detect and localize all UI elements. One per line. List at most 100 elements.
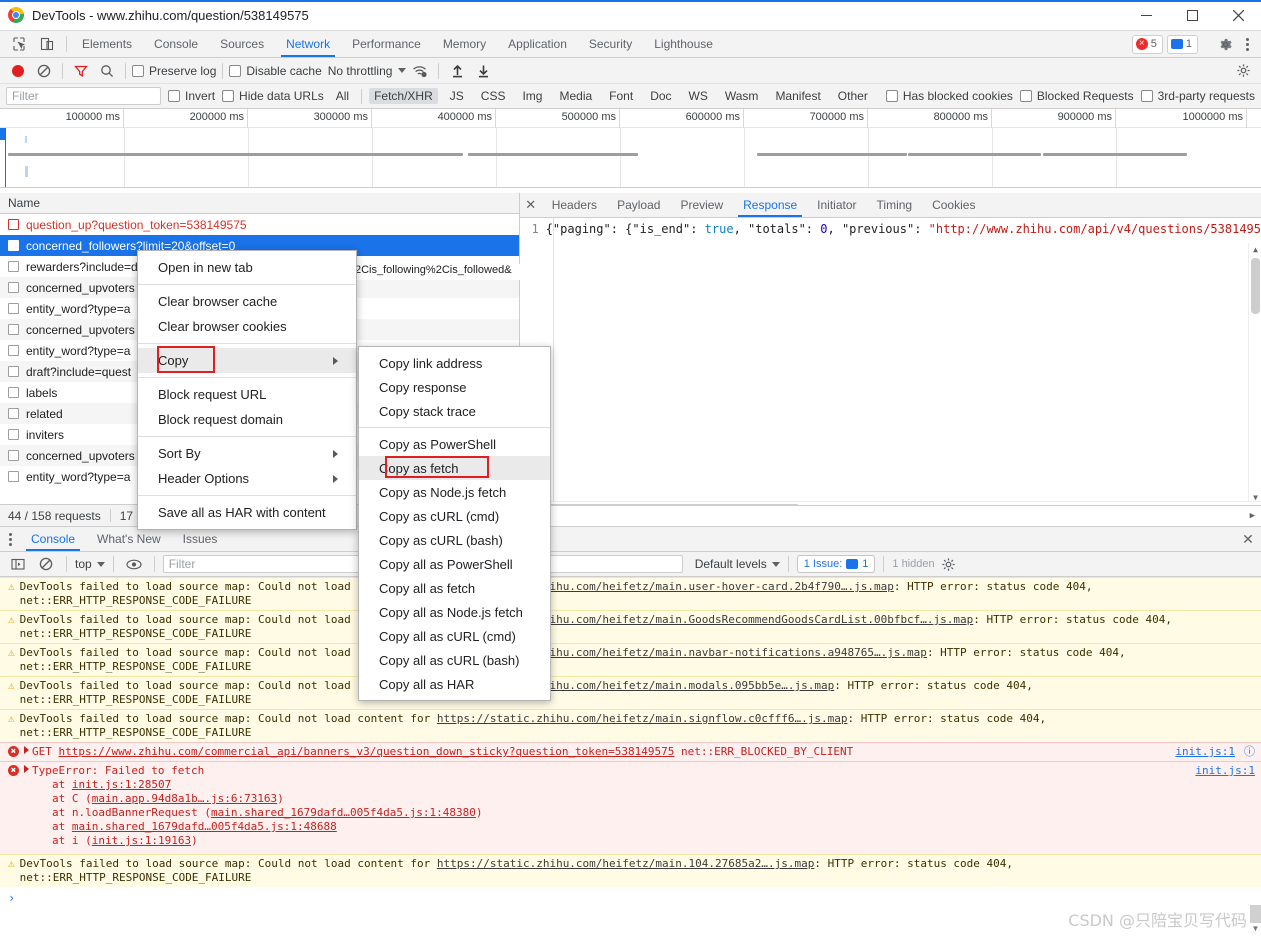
copy-submenu[interactable]: Copy link address Copy response Copy sta… xyxy=(358,346,551,701)
tab-cookies[interactable]: Cookies xyxy=(922,193,985,217)
search-icon[interactable] xyxy=(95,60,119,82)
tab-initiator[interactable]: Initiator xyxy=(807,193,866,217)
source-location-link[interactable]: init.js:1 xyxy=(1175,745,1235,759)
kebab-menu-icon[interactable] xyxy=(0,527,20,551)
menu-item-save-all-as-har[interactable]: Save all as HAR with content xyxy=(138,500,356,525)
type-filter-img[interactable]: Img xyxy=(517,88,547,104)
type-filter-doc[interactable]: Doc xyxy=(645,88,676,104)
network-settings-gear-icon[interactable] xyxy=(1231,60,1255,82)
page-scroll-thumb[interactable]: ▼ xyxy=(1250,905,1261,935)
clear-console-icon[interactable] xyxy=(34,553,58,575)
disable-cache-checkbox[interactable]: Disable cache xyxy=(229,64,322,78)
menu-item-copy-as-nodejs-fetch[interactable]: Copy as Node.js fetch xyxy=(359,480,550,504)
close-icon[interactable]: ✕ xyxy=(1235,527,1261,551)
tab-elements[interactable]: Elements xyxy=(71,31,143,57)
console-warning-row[interactable]: ⚠ DevTools failed to load source map: Co… xyxy=(0,610,1261,643)
type-filter-manifest[interactable]: Manifest xyxy=(770,88,825,104)
menu-item-block-request-url[interactable]: Block request URL xyxy=(138,382,356,407)
tab-console[interactable]: Console xyxy=(143,31,209,57)
close-button[interactable] xyxy=(1215,0,1261,31)
console-warning-row[interactable]: ⚠ DevTools failed to load source map: Co… xyxy=(0,709,1261,742)
type-filter-all[interactable]: All xyxy=(331,88,354,104)
type-filter-font[interactable]: Font xyxy=(604,88,638,104)
drawer-tab-console[interactable]: Console xyxy=(20,527,86,551)
issues-badge[interactable]: 1 Issue: 1 xyxy=(796,555,876,573)
export-har-icon[interactable] xyxy=(471,60,495,82)
tab-security[interactable]: Security xyxy=(578,31,643,57)
expand-triangle-icon[interactable] xyxy=(24,746,29,754)
tab-application[interactable]: Application xyxy=(497,31,578,57)
menu-item-block-request-domain[interactable]: Block request domain xyxy=(138,407,356,432)
record-button[interactable] xyxy=(6,60,30,82)
source-map-url[interactable]: https://static.zhihu.com/heifetz/main.10… xyxy=(437,857,815,870)
console-error-row-typeerror[interactable]: ✖ TypeError: Failed to fetch at init.js:… xyxy=(0,761,1261,854)
tab-performance[interactable]: Performance xyxy=(341,31,432,57)
menu-item-copy-stack-trace[interactable]: Copy stack trace xyxy=(359,399,550,423)
close-icon[interactable]: ✕ xyxy=(520,193,542,217)
menu-item-clear-browser-cookies[interactable]: Clear browser cookies xyxy=(138,314,356,339)
response-vertical-scrollbar[interactable]: ▲ ▼ xyxy=(1248,243,1261,504)
kebab-menu-icon[interactable] xyxy=(1239,37,1255,51)
blocked-requests-checkbox[interactable]: Blocked Requests xyxy=(1019,89,1134,103)
execution-context-select[interactable]: top xyxy=(75,557,105,571)
tab-lighthouse[interactable]: Lighthouse xyxy=(643,31,724,57)
menu-item-sort-by[interactable]: Sort By xyxy=(138,441,356,466)
tab-response[interactable]: Response xyxy=(733,193,807,217)
menu-item-clear-browser-cache[interactable]: Clear browser cache xyxy=(138,289,356,314)
type-filter-css[interactable]: CSS xyxy=(476,88,511,104)
console-sidebar-icon[interactable] xyxy=(6,553,30,575)
message-count-badge[interactable]: 1 xyxy=(1166,34,1198,54)
console-warning-row[interactable]: ⚠ DevTools failed to load source map: Co… xyxy=(0,854,1261,887)
menu-item-copy-all-as-fetch[interactable]: Copy all as fetch xyxy=(359,576,550,600)
stack-link[interactable]: main.app.94d8a1b….js:6:73163 xyxy=(92,792,277,805)
preserve-log-checkbox[interactable]: Preserve log xyxy=(132,64,216,78)
clear-circle-icon[interactable] xyxy=(32,60,56,82)
tab-timing[interactable]: Timing xyxy=(867,193,923,217)
source-location-link[interactable]: init.js:1 xyxy=(1195,764,1255,778)
menu-item-copy-all-as-curl-bash[interactable]: Copy all as cURL (bash) xyxy=(359,648,550,672)
menu-item-header-options[interactable]: Header Options xyxy=(138,466,356,491)
menu-item-copy-all-as-powershell[interactable]: Copy all as PowerShell xyxy=(359,552,550,576)
has-blocked-cookies-checkbox[interactable]: Has blocked cookies xyxy=(885,89,1013,103)
type-filter-wasm[interactable]: Wasm xyxy=(720,88,764,104)
menu-item-copy-all-as-nodejs-fetch[interactable]: Copy all as Node.js fetch xyxy=(359,600,550,624)
menu-item-copy-as-powershell[interactable]: Copy as PowerShell xyxy=(359,432,550,456)
stack-link[interactable]: init.js:1:19163 xyxy=(92,834,191,847)
request-context-menu[interactable]: Open in new tab Clear browser cache Clea… xyxy=(137,250,357,530)
type-filter-other[interactable]: Other xyxy=(833,88,873,104)
gear-icon[interactable] xyxy=(939,554,959,574)
network-overview[interactable]: 100000 ms 200000 ms 300000 ms 400000 ms … xyxy=(0,109,1261,188)
console-warning-row[interactable]: ⚠ DevTools failed to load source map: Co… xyxy=(0,676,1261,709)
menu-item-copy-response[interactable]: Copy response xyxy=(359,375,550,399)
minimize-button[interactable] xyxy=(1123,0,1169,31)
issue-info-icon[interactable]: ⓘ xyxy=(1244,745,1255,759)
console-error-row-blocked[interactable]: ✖ GET https://www.zhihu.com/commercial_a… xyxy=(0,742,1261,761)
device-toggle-icon[interactable] xyxy=(36,33,58,55)
expand-triangle-icon[interactable] xyxy=(24,765,29,773)
response-body[interactable]: 1 {"paging": {"is_end": true, "totals": … xyxy=(519,218,1261,526)
gear-icon[interactable] xyxy=(1215,34,1235,54)
table-row[interactable]: question_up?question_token=538149575 xyxy=(0,214,519,235)
tab-sources[interactable]: Sources xyxy=(209,31,275,57)
menu-item-copy[interactable]: Copy xyxy=(138,348,356,373)
drawer-tab-whats-new[interactable]: What's New xyxy=(86,527,172,551)
menu-item-copy-as-curl-bash[interactable]: Copy as cURL (bash) xyxy=(359,528,550,552)
request-url[interactable]: https://www.zhihu.com/commercial_api/ban… xyxy=(59,745,675,758)
error-count-badge[interactable]: 5 xyxy=(1131,34,1163,54)
stack-link[interactable]: init.js:1:28507 xyxy=(72,778,171,791)
type-filter-media[interactable]: Media xyxy=(554,88,597,104)
menu-item-copy-all-as-har[interactable]: Copy all as HAR xyxy=(359,672,550,696)
network-conditions-icon[interactable] xyxy=(408,60,432,82)
log-levels-select[interactable]: Default levels xyxy=(695,557,780,571)
tab-network[interactable]: Network xyxy=(275,31,341,57)
source-map-url[interactable]: https://static.zhihu.com/heifetz/main.si… xyxy=(437,712,848,725)
maximize-button[interactable] xyxy=(1169,0,1215,31)
console-warning-row[interactable]: ⚠ DevTools failed to load source map: Co… xyxy=(0,577,1261,610)
chevron-right-icon[interactable]: ▶ xyxy=(1250,511,1255,521)
menu-item-copy-all-as-curl-cmd[interactable]: Copy all as cURL (cmd) xyxy=(359,624,550,648)
inspect-cursor-icon[interactable] xyxy=(8,33,30,55)
tab-payload[interactable]: Payload xyxy=(607,193,670,217)
third-party-requests-checkbox[interactable]: 3rd-party requests xyxy=(1140,89,1255,103)
import-har-icon[interactable] xyxy=(445,60,469,82)
tab-headers[interactable]: Headers xyxy=(542,193,607,217)
